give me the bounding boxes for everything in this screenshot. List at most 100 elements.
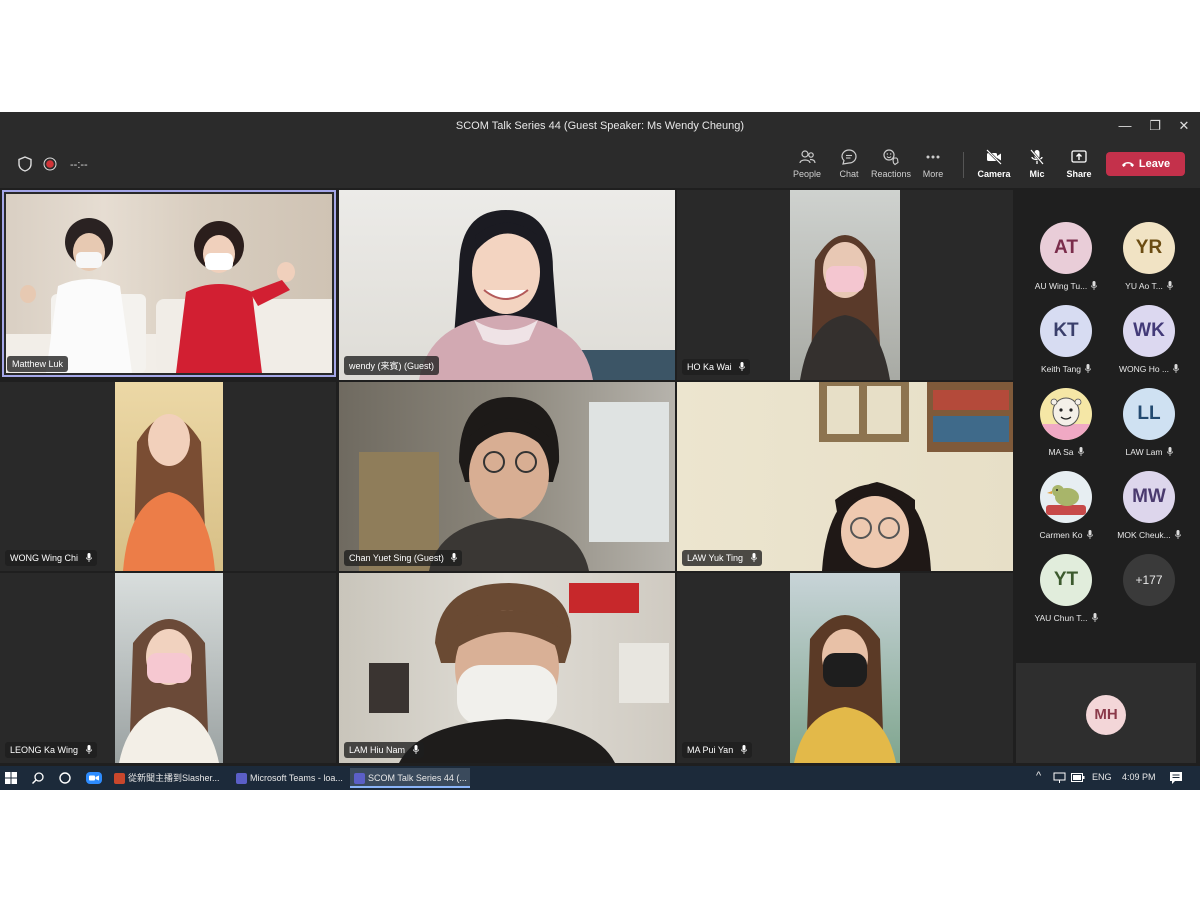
participant-avatar-card[interactable]: AT AU Wing Tu... <box>1024 222 1108 291</box>
roster-name-text: Keith Tang <box>1040 364 1081 374</box>
window-title: SCOM Talk Series 44 (Guest Speaker: Ms W… <box>455 120 745 132</box>
taskbar-item-teams[interactable]: Microsoft Teams - loa... <box>232 768 346 788</box>
network-icon[interactable] <box>1053 772 1066 784</box>
video-tile[interactable]: HO Ka Wai <box>677 190 1013 380</box>
participant-name: LAM Hiu Nam <box>349 745 406 755</box>
mic-icon <box>85 553 92 562</box>
participant-name-tag: LAW Yuk Ting <box>682 550 762 566</box>
roster-name-text: YU Ao T... <box>1125 281 1163 291</box>
system-clock[interactable]: 4:09 PM <box>1122 772 1156 782</box>
mic-icon <box>1173 364 1179 373</box>
participant-roster-name: Carmen Ko <box>1024 530 1108 540</box>
video-feed-illustration <box>6 218 332 373</box>
camera-button[interactable]: Camera <box>971 148 1017 179</box>
search-icon[interactable] <box>31 771 45 785</box>
leave-button[interactable]: Leave <box>1106 152 1185 176</box>
chat-button[interactable]: Chat <box>826 148 872 179</box>
minimize-button[interactable]: — <box>1114 116 1136 136</box>
participant-name: LEONG Ka Wing <box>10 745 79 755</box>
roster-name-text: MA Sa <box>1048 447 1074 457</box>
taskbar-item-meeting[interactable]: SCOM Talk Series 44 (... <box>350 768 470 788</box>
video-feed-illustration <box>819 382 1013 571</box>
mic-icon <box>740 745 747 754</box>
chevron-up-icon[interactable]: ^ <box>1036 770 1041 782</box>
powerpoint-icon <box>114 773 125 784</box>
video-tile[interactable]: LEONG Ka Wing <box>0 573 336 763</box>
participant-avatar-card[interactable]: Carmen Ko <box>1024 471 1108 540</box>
self-preview-tile[interactable]: MH <box>1016 663 1196 763</box>
video-feed-illustration <box>800 235 890 380</box>
participant-video <box>339 190 675 380</box>
windows-taskbar: 從新聞主播到Slasher... Microsoft Teams - loa..… <box>0 766 1200 790</box>
share-button[interactable]: Share <box>1056 148 1102 179</box>
video-tile[interactable]: Matthew Luk <box>2 190 336 377</box>
windows-start-icon[interactable] <box>5 772 17 784</box>
roster-name-text: WONG Ho ... <box>1118 364 1170 374</box>
video-tile[interactable]: wendy (来賓) (Guest) <box>339 190 675 380</box>
avatar: YT <box>1040 554 1092 606</box>
notification-icon[interactable] <box>1169 771 1183 785</box>
more-participants-button[interactable]: +177 <box>1107 554 1191 606</box>
participant-roster-name: MOK Cheuk... <box>1107 530 1191 540</box>
shield-icon[interactable] <box>18 156 32 172</box>
language-indicator[interactable]: ENG <box>1092 772 1112 782</box>
video-tile[interactable]: Chan Yuet Sing (Guest) <box>339 382 675 571</box>
participant-name-tag: Chan Yuet Sing (Guest) <box>344 550 463 566</box>
roster-name-text: LAW Lam <box>1125 447 1163 457</box>
participant-roster-name: YU Ao T... <box>1107 281 1191 291</box>
participant-avatar-card[interactable]: YR YU Ao T... <box>1107 222 1191 291</box>
mic-button[interactable]: Mic <box>1014 148 1060 179</box>
video-tile[interactable]: LAM Hiu Nam <box>339 573 675 763</box>
more-label: More <box>922 169 944 179</box>
mic-icon <box>1086 530 1093 539</box>
close-window-button[interactable]: ✕ <box>1173 116 1195 136</box>
toolbar-divider <box>963 152 964 178</box>
participant-name: LAW Yuk Ting <box>687 553 744 563</box>
reactions-label: Reactions <box>870 169 912 179</box>
reactions-button[interactable]: Reactions <box>868 148 914 179</box>
participant-name: Matthew Luk <box>12 359 64 369</box>
title-bar: SCOM Talk Series 44 (Guest Speaker: Ms W… <box>0 112 1200 140</box>
taskbar-item-powerpoint[interactable]: 從新聞主播到Slasher... <box>110 768 227 788</box>
more-button[interactable]: More <box>910 148 956 179</box>
overflow-count: +177 <box>1123 554 1175 606</box>
participant-video <box>6 194 332 373</box>
video-feed-illustration <box>794 615 896 763</box>
participant-name: HO Ka Wai <box>687 362 732 372</box>
video-feed-illustration <box>123 414 215 571</box>
participant-avatar-card[interactable]: WK WONG Ho ... <box>1107 305 1191 374</box>
taskbar-item-label: 從新聞主播到Slasher... <box>128 773 220 783</box>
avatar: KT <box>1040 305 1092 357</box>
task-view-icon[interactable] <box>58 771 72 785</box>
taskbar-item-label: SCOM Talk Series 44 (... <box>368 773 467 783</box>
zoom-app-icon[interactable] <box>86 771 102 785</box>
battery-icon[interactable] <box>1071 773 1085 782</box>
participant-avatar-card[interactable]: MA Sa <box>1024 388 1108 457</box>
participant-name: wendy (来賓) (Guest) <box>349 361 435 371</box>
share-label: Share <box>1066 169 1092 179</box>
video-feed-illustration <box>119 619 219 763</box>
maximize-button[interactable]: ❐ <box>1144 116 1166 136</box>
video-tile[interactable]: MA Pui Yan <box>677 573 1013 763</box>
mic-icon <box>1174 530 1181 539</box>
camera-off-icon <box>986 149 1002 165</box>
video-tile[interactable]: WONG Wing Chi <box>0 382 336 571</box>
participant-avatar-card[interactable]: LL LAW Lam <box>1107 388 1191 457</box>
participant-name: WONG Wing Chi <box>10 553 79 563</box>
avatar: YR <box>1123 222 1175 274</box>
participant-avatar-card[interactable]: KT Keith Tang <box>1024 305 1108 374</box>
reactions-icon <box>883 149 899 166</box>
mic-icon <box>412 745 419 754</box>
participant-roster-name: AU Wing Tu... <box>1024 281 1108 291</box>
video-tile[interactable]: LAW Yuk Ting <box>677 382 1013 571</box>
participant-avatar-card[interactable]: MW MOK Cheuk... <box>1107 471 1191 540</box>
meeting-timer: --:-- <box>70 159 88 171</box>
people-button[interactable]: People <box>784 148 830 179</box>
chat-icon <box>841 149 857 165</box>
participant-avatar-card[interactable]: YT YAU Chun T... <box>1024 554 1108 623</box>
mic-icon <box>739 362 746 371</box>
participant-video <box>790 190 900 380</box>
meeting-toolbar: --:-- People Chat Reactions More Camera … <box>0 140 1200 188</box>
roster-name-text: YAU Chun T... <box>1034 613 1088 623</box>
participant-name: Chan Yuet Sing (Guest) <box>349 553 444 563</box>
